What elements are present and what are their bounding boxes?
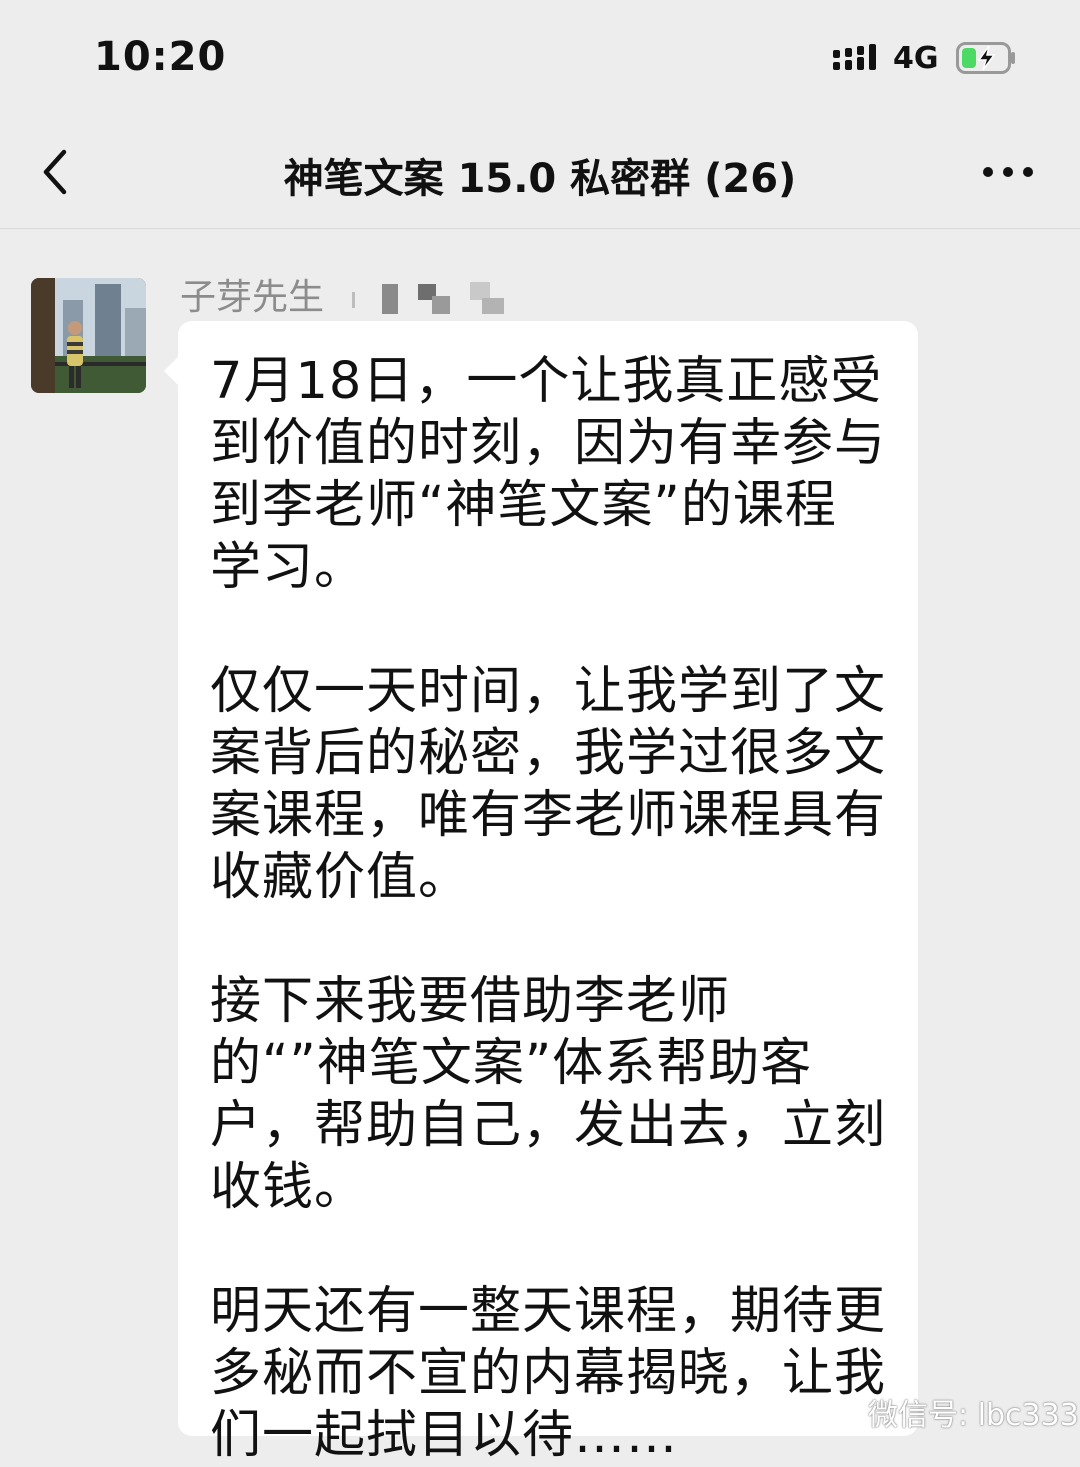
network-type: 4G (893, 41, 939, 76)
chat-title: 神笔文案 15.0 私密群 (26) (283, 156, 797, 202)
avatar-photo (31, 278, 146, 393)
message-paragraph: 7月18日，一个让我真正感受到价值的时刻，因为有幸参与到李老师“神笔文案”的课程… (210, 352, 887, 597)
signal-strength-icon (833, 44, 876, 70)
sender-name: 子芽先生 (180, 277, 325, 318)
chat-header: 神笔文案 15.0 私密群 (26) (0, 120, 1080, 229)
message-paragraph: 明天还有一整天课程，期待更多秘而不宣的内幕揭晓，让我们一起拭目以待…… (210, 1282, 887, 1465)
status-time: 10:20 (94, 34, 227, 80)
message-bubble[interactable]: 7月18日，一个让我真正感受到价值的时刻，因为有幸参与到李老师“神笔文案”的课程… (164, 321, 918, 1465)
message-paragraph: 接下来我要借助李老师的“”神笔文案”体系帮助客户，帮助自己，发出去，立刻收钱。 (210, 972, 887, 1217)
status-bar: 10:20 4G (0, 0, 1080, 120)
more-options-icon[interactable] (980, 162, 1036, 182)
battery-charging-icon (956, 42, 1015, 74)
avatar[interactable] (31, 278, 146, 393)
watermark-text: 微信号: lbc333 (868, 1398, 1079, 1433)
redacted-mosaic (352, 282, 504, 314)
wechat-icon (816, 1391, 859, 1424)
message-paragraph: 仅仅一天时间，让我学到了文案背后的秘密，我学过很多文案课程，唯有李老师课程具有收… (210, 662, 887, 907)
